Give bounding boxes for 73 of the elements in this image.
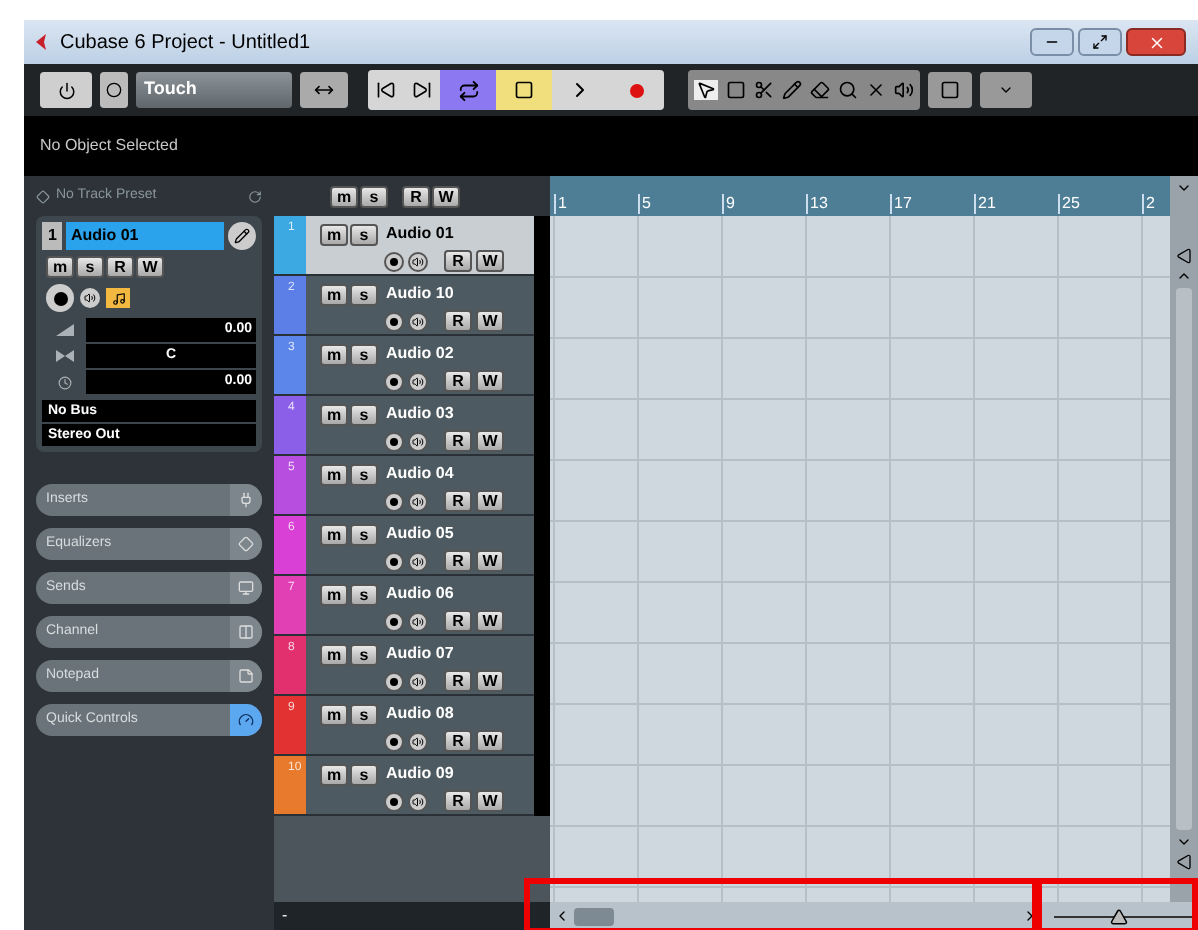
read-button[interactable]: R	[444, 790, 472, 812]
ruler-bar-number: 9	[722, 194, 735, 214]
mute-button[interactable]: m	[320, 763, 348, 785]
track-name: Audio 04	[386, 462, 454, 486]
mute-button[interactable]: m	[320, 463, 348, 485]
info-line-text: No Object Selected	[40, 134, 178, 158]
write-button[interactable]: W	[476, 490, 504, 512]
track-name: Audio 01	[386, 222, 454, 246]
write-all-button[interactable]: W	[432, 185, 460, 207]
solo-button[interactable]: s	[350, 763, 378, 785]
mute-all-button[interactable]: m	[330, 185, 358, 207]
write-button[interactable]: W	[136, 256, 164, 278]
read-button[interactable]: R	[444, 430, 472, 452]
read-button[interactable]: R	[444, 310, 472, 332]
read-button[interactable]: R	[444, 490, 472, 512]
read-button[interactable]: R	[444, 730, 472, 752]
track-name: Audio 08	[386, 702, 454, 726]
solo-button[interactable]: s	[350, 583, 378, 605]
write-button[interactable]: W	[476, 430, 504, 452]
mute-button[interactable]: m	[320, 223, 348, 245]
solo-button[interactable]: s	[350, 463, 378, 485]
ruler-bar-number: 5	[638, 194, 651, 214]
mute-button[interactable]: m	[46, 256, 74, 278]
read-button[interactable]: R	[444, 250, 472, 272]
automation-mode-dropdown[interactable]: Touch	[136, 72, 292, 108]
track-row[interactable]: m s Audio 09 R W	[306, 756, 534, 814]
write-button[interactable]: W	[476, 610, 504, 632]
solo-button[interactable]: s	[350, 523, 378, 545]
ruler-bar-number: 25	[1058, 194, 1080, 214]
track-name: Audio 02	[386, 342, 454, 366]
solo-all-button[interactable]: s	[360, 185, 388, 207]
ruler-bar-number: 13	[806, 194, 828, 214]
track-name: Audio 09	[386, 762, 454, 786]
ruler-bar-number: 21	[974, 194, 996, 214]
read-button[interactable]: R	[444, 670, 472, 692]
read-button[interactable]: R	[106, 256, 134, 278]
mute-button[interactable]: m	[320, 643, 348, 665]
write-button[interactable]: W	[476, 670, 504, 692]
zoom-label: -	[282, 904, 288, 928]
solo-button[interactable]: s	[350, 283, 378, 305]
write-button[interactable]: W	[476, 790, 504, 812]
track-name: Audio 03	[386, 402, 454, 426]
read-button[interactable]: R	[444, 370, 472, 392]
mute-button[interactable]: m	[320, 583, 348, 605]
solo-button[interactable]: s	[350, 643, 378, 665]
write-button[interactable]: W	[476, 730, 504, 752]
read-button[interactable]: R	[444, 610, 472, 632]
track-name: Audio 07	[386, 642, 454, 666]
mute-button[interactable]: m	[320, 403, 348, 425]
ruler-bar-number: 1	[554, 194, 567, 214]
track-number: 1	[42, 222, 63, 250]
ruler-bar-number: 2	[1142, 194, 1155, 214]
write-button[interactable]: W	[476, 250, 504, 272]
read-all-button[interactable]: R	[402, 185, 430, 207]
mute-button[interactable]: m	[320, 703, 348, 725]
mute-button[interactable]: m	[320, 523, 348, 545]
write-button[interactable]: W	[476, 370, 504, 392]
solo-button[interactable]: s	[76, 256, 104, 278]
solo-button[interactable]: s	[350, 703, 378, 725]
solo-button[interactable]: s	[350, 223, 378, 245]
track-name: Audio 05	[386, 522, 454, 546]
solo-button[interactable]: s	[350, 403, 378, 425]
write-button[interactable]: W	[476, 550, 504, 572]
read-button[interactable]: R	[444, 550, 472, 572]
mute-button[interactable]: m	[320, 283, 348, 305]
solo-button[interactable]: s	[350, 343, 378, 365]
write-button[interactable]: W	[476, 310, 504, 332]
track-name: Audio 10	[386, 282, 454, 306]
mute-button[interactable]: m	[320, 343, 348, 365]
window-title: Cubase 6 Project - Untitled1	[60, 29, 311, 57]
ruler-bar-number: 17	[890, 194, 912, 214]
track-name: Audio 06	[386, 582, 454, 606]
track-name-field[interactable]: Audio 01	[66, 222, 224, 250]
